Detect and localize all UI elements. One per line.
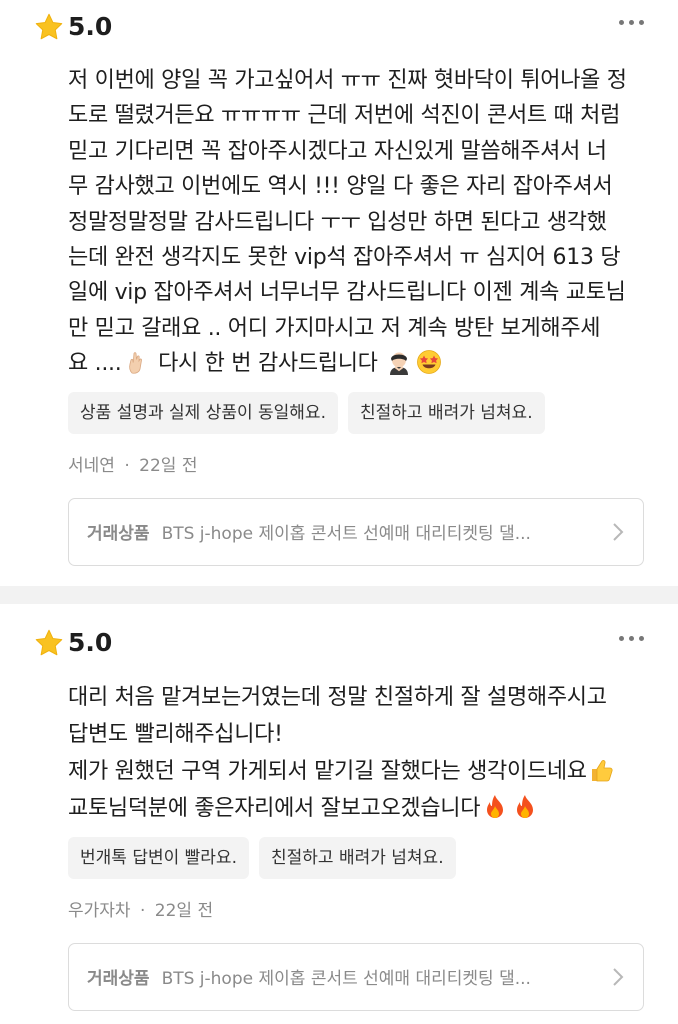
review-text: 대리 처음 맡겨보는거였는데 정말 친절하게 잘 설명해주시고 답변도 빨리해주… [68,679,644,827]
review-item: 5.0 대리 처음 맡겨보는거였는데 정말 친절하게 잘 설명해주시고 답변도 … [0,616,678,1011]
review-tags: 번개톡 답변이 빨라요. 친절하고 배려가 넘쳐요. [68,836,644,879]
fire-icon [512,794,538,820]
review-tag: 친절하고 배려가 넘쳐요. [347,391,545,434]
product-label: 거래상품 [87,524,150,545]
author-name[interactable]: 서네연 [68,456,115,476]
more-options-icon[interactable] [619,635,644,641]
person-bowing-icon [386,349,412,376]
product-label: 거래상품 [87,969,150,990]
product-name: BTS j-hope 제이홉 콘서트 선예매 대리티켓팅 댈... [161,524,531,545]
review-tag: 친절하고 배려가 넘쳐요. [258,836,456,879]
review-tag: 상품 설명과 실제 상품이 동일해요. [68,391,338,434]
rating-value: 5.0 [68,12,113,41]
review-tag: 번개톡 답변이 빨라요. [68,836,249,879]
chevron-right-icon [611,522,625,542]
review-header: 5.0 [35,616,644,670]
review-text: 저 이번에 양일 꼭 가고싶어서 ㅠㅠ 진짜 혓바닥이 튀어나올 정 도로 떨렸… [68,68,627,377]
product-name: BTS j-hope 제이홉 콘서트 선예매 대리티켓팅 댈... [161,969,531,990]
review-header: 5.0 [35,0,644,54]
review-meta: 우가자차 · 22일 전 [68,900,214,921]
star-icon [34,12,64,42]
traded-product-link[interactable]: 거래상품 BTS j-hope 제이홉 콘서트 선예매 대리티켓팅 댈... [68,497,644,566]
star-struck-icon [416,349,442,375]
more-options-icon[interactable] [619,20,644,25]
star-icon [34,628,64,658]
traded-product-link[interactable]: 거래상품 BTS j-hope 제이홉 콘서트 선예매 대리티켓팅 댈... [68,942,644,1011]
author-name[interactable]: 우가자차 [68,901,131,921]
fire-icon [482,794,508,820]
review-meta: 서네연 · 22일 전 [68,455,198,476]
pinched-fingers-icon [123,349,149,375]
section-divider [0,585,678,604]
review-time: 22일 전 [139,455,198,476]
review-time: 22일 전 [154,900,214,921]
review-item: 5.0 저 이번에 양일 꼭 가고싶어서 ㅠㅠ 진짜 혓바닥이 튀어나올 정 도… [0,0,678,566]
rating-value: 5.0 [68,627,113,657]
review-tags: 상품 설명과 실제 상품이 동일해요. 친절하고 배려가 넘쳐요. [68,391,644,434]
chevron-right-icon [611,967,625,987]
thumbs-up-icon [589,757,615,783]
